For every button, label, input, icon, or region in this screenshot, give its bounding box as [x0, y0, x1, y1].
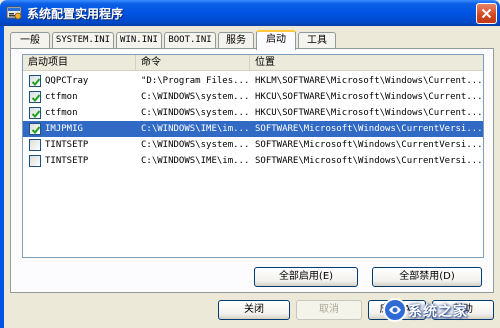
checkmark-icon: [31, 94, 41, 102]
disable-all-button[interactable]: 全部禁用(D): [372, 267, 482, 287]
cancel-button[interactable]: 取消: [296, 300, 362, 320]
row-item: ctfmon: [45, 108, 78, 118]
button-label: 全部禁用(D): [399, 271, 455, 282]
tab-services[interactable]: 服务: [218, 32, 254, 49]
row-location: SOFTWARE\Microsoft\Windows\CurrentVersi.…: [255, 124, 483, 134]
tab-label: SYSTEM.INI: [55, 35, 111, 45]
row-location: SOFTWARE\Microsoft\Windows\CurrentVersi.…: [255, 140, 483, 150]
list-row[interactable]: TINTSETP C:\WINDOWS\system... SOFTWARE\M…: [23, 137, 483, 153]
row-command: C:\WINDOWS\system...: [141, 92, 249, 102]
site-watermark: 系统之家: [380, 292, 500, 328]
startup-checkbox[interactable]: [29, 107, 41, 119]
column-header-location[interactable]: 位置: [250, 55, 483, 71]
column-header-label: 位置: [255, 57, 275, 68]
startup-checkbox[interactable]: [29, 75, 41, 87]
tab-boot-ini[interactable]: BOOT.INI: [164, 32, 216, 49]
tab-label: 启动: [266, 34, 286, 45]
tab-label: 服务: [226, 35, 246, 46]
tab-label: 工具: [307, 35, 327, 46]
list-row[interactable]: TINTSETP C:\WINDOWS\IME\im... SOFTWARE\M…: [23, 153, 483, 169]
startup-checkbox[interactable]: [29, 123, 41, 135]
row-item: TINTSETP: [45, 140, 89, 150]
row-command: C:\WINDOWS\IME\im...: [141, 124, 249, 134]
row-item: ctfmon: [45, 92, 78, 102]
row-item: IMJPMIG: [45, 124, 83, 134]
button-label: 取消: [319, 304, 339, 315]
tab-general[interactable]: 一般: [10, 32, 50, 49]
tab-system-ini[interactable]: SYSTEM.INI: [52, 32, 114, 49]
list-row[interactable]: QQPCTray "D:\Program Files... HKLM\SOFTW…: [23, 73, 483, 89]
tab-label: BOOT.INI: [168, 35, 212, 45]
startup-checkbox[interactable]: [29, 91, 41, 103]
close-icon: [481, 8, 492, 19]
tab-tools[interactable]: 工具: [298, 32, 336, 49]
startup-checkbox[interactable]: [29, 139, 41, 151]
row-item: QQPCTray: [45, 76, 89, 86]
checkmark-icon: [31, 126, 41, 134]
tab-win-ini[interactable]: WIN.INI: [116, 32, 162, 49]
startup-list[interactable]: 启动项目 命令 位置 QQPCTray "D:\Program Files...…: [22, 54, 484, 258]
checkmark-icon: [31, 110, 41, 118]
window-frame-left: [0, 26, 4, 328]
column-header-command[interactable]: 命令: [136, 55, 250, 71]
list-row[interactable]: ctfmon C:\WINDOWS\system... HKCU\SOFTWAR…: [23, 105, 483, 121]
button-label: 全部启用(E): [278, 271, 334, 282]
window-close-button[interactable]: [476, 3, 497, 24]
list-row-selected[interactable]: IMJPMIG C:\WINDOWS\IME\im... SOFTWARE\Mi…: [23, 121, 483, 137]
column-header-label: 启动项目: [28, 57, 68, 68]
msconfig-app-icon: [6, 6, 22, 20]
row-location: HKCU\SOFTWARE\Microsoft\Windows\Current.…: [255, 108, 483, 118]
watermark-logo-icon: [383, 298, 407, 322]
startup-checkbox[interactable]: [29, 155, 41, 167]
watermark-text: 系统之家: [408, 304, 468, 320]
tab-label: 一般: [20, 35, 40, 46]
list-row[interactable]: ctfmon C:\WINDOWS\system... HKCU\SOFTWAR…: [23, 89, 483, 105]
title-bar[interactable]: 系统配置实用程序: [0, 0, 500, 26]
row-command: C:\WINDOWS\system...: [141, 108, 249, 118]
row-location: HKCU\SOFTWARE\Microsoft\Windows\Current.…: [255, 92, 483, 102]
row-command: C:\WINDOWS\IME\im...: [141, 156, 249, 166]
enable-all-button[interactable]: 全部启用(E): [254, 267, 358, 287]
system-config-window: 系统配置实用程序 一般 SYSTEM.INI WIN.INI BOOT.INI …: [0, 0, 500, 328]
column-header-label: 命令: [141, 57, 161, 68]
row-command: "D:\Program Files...: [141, 76, 249, 86]
button-label: 关闭: [244, 304, 264, 315]
tab-startup[interactable]: 启动: [256, 30, 296, 50]
window-title: 系统配置实用程序: [27, 7, 124, 21]
list-header: 启动项目 命令 位置: [23, 55, 483, 71]
column-header-item[interactable]: 启动项目: [23, 55, 136, 71]
row-item: TINTSETP: [45, 156, 89, 166]
row-location: HKLM\SOFTWARE\Microsoft\Windows\Current.…: [255, 76, 483, 86]
close-button[interactable]: 关闭: [218, 300, 290, 320]
row-location: SOFTWARE\Microsoft\Windows\CurrentVersi.…: [255, 156, 483, 166]
row-command: C:\WINDOWS\system...: [141, 140, 249, 150]
tab-label: WIN.INI: [120, 35, 158, 45]
checkmark-icon: [31, 78, 41, 86]
